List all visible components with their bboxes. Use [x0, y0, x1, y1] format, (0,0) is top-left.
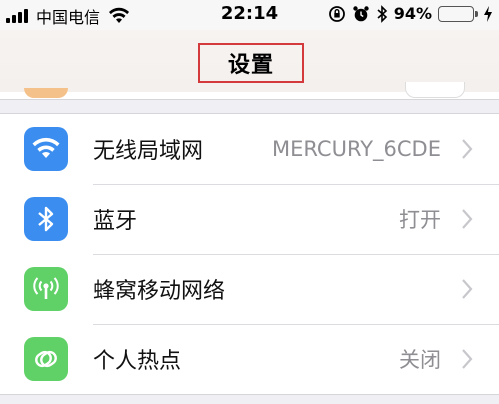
hotspot-icon [24, 337, 68, 381]
settings-row-value: 打开 [399, 208, 441, 232]
chevron-right-icon [462, 209, 473, 229]
settings-list: 无线局域网 MERCURY_6CDE 蓝牙 打开 蜂窝移动网络 个人热点 关闭 [0, 113, 499, 395]
page-title: 设置 [198, 43, 304, 83]
battery-icon [438, 5, 478, 22]
list-bottom-background [0, 397, 499, 404]
bluetooth-icon [24, 197, 68, 241]
settings-row-label: 蓝牙 [93, 209, 138, 234]
chevron-right-icon [462, 279, 473, 299]
settings-row-bluetooth[interactable]: 蓝牙 打开 [0, 184, 499, 254]
chevron-right-icon [462, 139, 473, 159]
settings-row-hotspot[interactable]: 个人热点 关闭 [0, 324, 499, 394]
battery-percent: 94% [393, 4, 432, 23]
settings-row-label: 蜂窝移动网络 [93, 279, 226, 304]
charging-icon [483, 5, 493, 22]
settings-row-value: 关闭 [399, 348, 441, 372]
settings-row-value: MERCURY_6CDE [271, 137, 441, 161]
chevron-right-icon [462, 349, 473, 369]
settings-row-wifi[interactable]: 无线局域网 MERCURY_6CDE [0, 114, 499, 184]
status-right: 94% [322, 4, 493, 23]
cellular-icon [24, 267, 68, 311]
previous-row-edge [0, 82, 499, 100]
previous-row-toggle-edge [405, 82, 465, 98]
settings-row-cellular[interactable]: 蜂窝移动网络 [0, 254, 499, 324]
alarm-icon [352, 5, 370, 23]
previous-row-icon-edge [24, 88, 68, 98]
settings-row-label: 个人热点 [93, 349, 182, 374]
rotation-lock-icon [328, 5, 346, 23]
status-bar: 中国电信 22:14 94% [0, 0, 499, 30]
bluetooth-status-icon [376, 4, 388, 23]
wifi-icon [24, 127, 68, 171]
settings-row-label: 无线局域网 [93, 139, 204, 164]
